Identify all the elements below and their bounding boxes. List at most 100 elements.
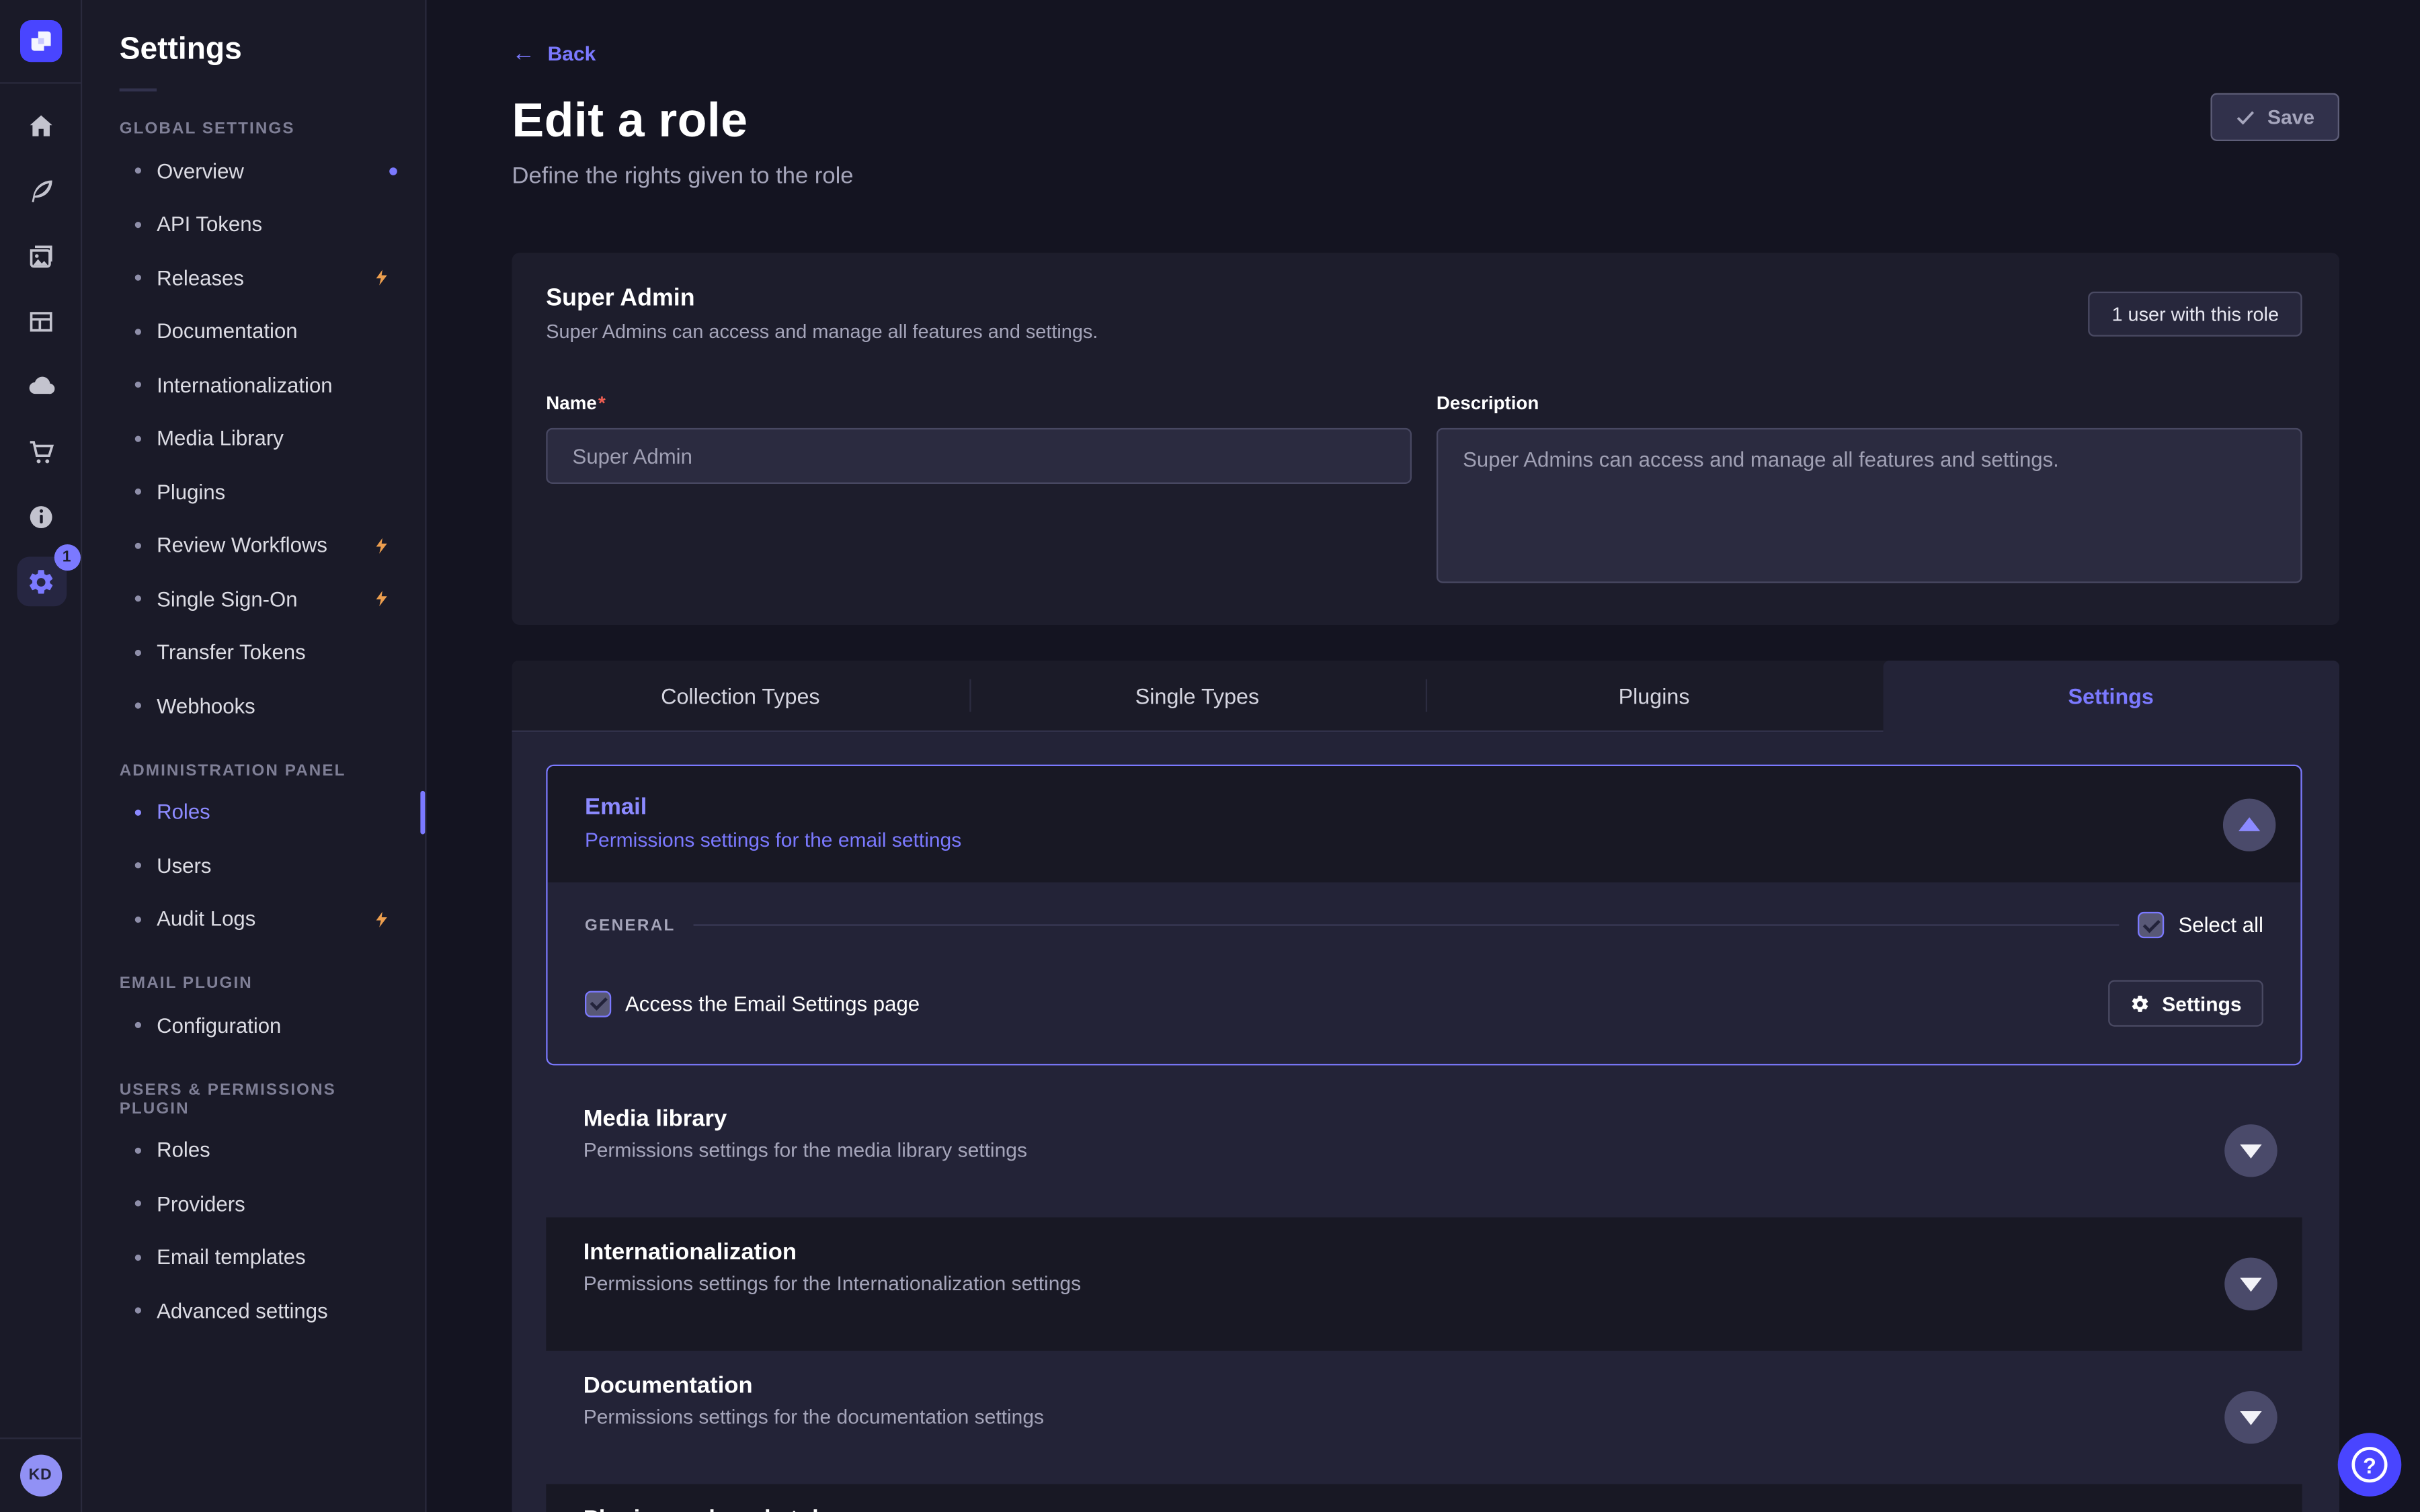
- bullet-icon: [135, 1147, 141, 1153]
- bullet-icon: [135, 703, 141, 709]
- rail-divider: [0, 82, 81, 83]
- expand-media-library-button[interactable]: [2224, 1124, 2277, 1177]
- bullet-icon: [135, 916, 141, 922]
- bullet-icon: [135, 809, 141, 815]
- sidebar-item-advanced-settings[interactable]: Advanced settings: [120, 1284, 401, 1338]
- email-permissions-accordion: Email Permissions settings for the email…: [546, 765, 2302, 1066]
- back-link[interactable]: ← Back: [512, 42, 596, 65]
- sidebar-item-email-templates[interactable]: Email templates: [120, 1230, 401, 1284]
- expand-documentation-button[interactable]: [2224, 1391, 2277, 1443]
- sidebar-item-configuration[interactable]: Configuration: [120, 999, 401, 1052]
- access-email-settings-label: Access the Email Settings page: [625, 992, 920, 1015]
- settings-sidebar: Settings GLOBAL SETTINGS Overview API To…: [82, 0, 426, 1512]
- email-settings-button[interactable]: Settings: [2107, 980, 2263, 1026]
- documentation-accordion-row[interactable]: Documentation Permissions settings for t…: [546, 1351, 2302, 1484]
- chevron-down-icon: [2240, 1411, 2261, 1425]
- back-arrow-icon: ←: [512, 42, 536, 65]
- bullet-icon: [135, 649, 141, 655]
- sidebar-item-users[interactable]: Users: [120, 839, 401, 892]
- section-label-global-settings: GLOBAL SETTINGS: [120, 120, 401, 138]
- cloud-icon[interactable]: [16, 362, 66, 411]
- sidebar-item-roles-admin[interactable]: Roles: [120, 786, 401, 839]
- sidebar-item-api-tokens[interactable]: API Tokens: [120, 198, 401, 251]
- sidebar-item-audit-logs[interactable]: Audit Logs: [120, 892, 401, 946]
- sidebar-item-plugins[interactable]: Plugins: [120, 465, 401, 519]
- bullet-icon: [135, 542, 141, 548]
- strapi-logo[interactable]: [20, 20, 62, 62]
- general-section-label: GENERAL: [585, 916, 676, 935]
- email-accordion-body: GENERAL Select all Access the Email Sett…: [548, 882, 2301, 1064]
- bullet-icon: [135, 168, 141, 174]
- section-divider: [694, 924, 2119, 925]
- chevron-down-icon: [2240, 1144, 2261, 1158]
- sidebar-item-overview[interactable]: Overview: [120, 144, 401, 198]
- lightning-icon: [372, 910, 391, 929]
- sidebar-item-roles-up[interactable]: Roles: [120, 1124, 401, 1177]
- info-icon[interactable]: [16, 492, 66, 542]
- sidebar-item-transfer-tokens[interactable]: Transfer Tokens: [120, 626, 401, 679]
- tab-settings[interactable]: Settings: [1882, 661, 2339, 732]
- media-library-icon[interactable]: [16, 231, 66, 281]
- tab-plugins[interactable]: Plugins: [1426, 661, 1883, 730]
- sidebar-item-releases[interactable]: Releases: [120, 251, 401, 305]
- back-label: Back: [548, 42, 596, 65]
- description-textarea[interactable]: Super Admins can access and manage all f…: [1437, 428, 2302, 583]
- bullet-icon: [135, 1201, 141, 1207]
- name-field-label: Name*: [546, 392, 606, 414]
- lightning-icon: [372, 589, 391, 608]
- page-subtitle: Define the rights given to the role: [512, 163, 2339, 189]
- collapse-email-button[interactable]: [2223, 798, 2275, 850]
- select-all-checkbox[interactable]: [2138, 912, 2165, 938]
- question-mark-icon: ?: [2351, 1447, 2387, 1482]
- access-email-settings-checkbox[interactable]: [585, 990, 611, 1016]
- bullet-icon: [135, 489, 141, 495]
- sidebar-item-review-workflows[interactable]: Review Workflows: [120, 519, 401, 573]
- content-type-builder-icon[interactable]: [16, 296, 66, 346]
- save-label: Save: [2267, 106, 2314, 129]
- email-accordion-header[interactable]: Email Permissions settings for the email…: [548, 766, 2301, 882]
- email-accordion-title: Email: [585, 794, 2273, 821]
- rail-footer: KD: [0, 1437, 81, 1512]
- user-avatar[interactable]: KD: [19, 1455, 61, 1497]
- help-button[interactable]: ?: [2338, 1433, 2402, 1497]
- settings-permissions-panel: Email Permissions settings for the email…: [512, 732, 2339, 1512]
- internationalization-accordion-row[interactable]: Internationalization Permissions setting…: [546, 1218, 2302, 1351]
- settings-button-label: Settings: [2162, 992, 2241, 1015]
- bullet-icon: [135, 863, 141, 869]
- sidebar-title: Settings: [120, 32, 401, 68]
- tab-collection-types[interactable]: Collection Types: [512, 661, 969, 730]
- lightning-icon: [372, 536, 391, 555]
- marketplace-icon[interactable]: [16, 427, 66, 476]
- bullet-icon: [135, 1308, 141, 1314]
- name-input[interactable]: [546, 428, 1412, 484]
- media-library-accordion-row[interactable]: Media library Permissions settings for t…: [546, 1084, 2302, 1217]
- bullet-icon: [135, 435, 141, 442]
- save-button[interactable]: Save: [2210, 93, 2339, 141]
- expand-internationalization-button[interactable]: [2224, 1258, 2277, 1310]
- sidebar-item-media-library[interactable]: Media Library: [120, 412, 401, 466]
- home-icon[interactable]: [16, 101, 66, 151]
- section-label-users-permissions-plugin: USERS & PERMISSIONS PLUGIN: [120, 1080, 401, 1117]
- settings-badge: 1: [54, 544, 80, 571]
- permissions-tabs: Collection Types Single Types Plugins Se…: [512, 661, 2339, 732]
- tab-single-types[interactable]: Single Types: [969, 661, 1426, 730]
- sidebar-item-internationalization[interactable]: Internationalization: [120, 358, 401, 412]
- sidebar-item-providers[interactable]: Providers: [120, 1177, 401, 1231]
- nav-rail: 1 KD: [0, 0, 82, 1512]
- sidebar-item-single-sign-on[interactable]: Single Sign-On: [120, 573, 401, 626]
- bullet-icon: [135, 221, 141, 227]
- app-window: 1 KD Settings GLOBAL SETTINGS Overview A…: [0, 0, 2420, 1512]
- bullet-icon: [135, 329, 141, 335]
- bullet-icon: [135, 1254, 141, 1260]
- sidebar-item-documentation[interactable]: Documentation: [120, 304, 401, 358]
- role-description-text: Super Admins can access and manage all f…: [546, 321, 2302, 343]
- plugins-marketplace-accordion-row[interactable]: Plugins and marketplace: [546, 1484, 2302, 1512]
- sidebar-item-webhooks[interactable]: Webhooks: [120, 679, 401, 733]
- bullet-icon: [135, 596, 141, 602]
- users-with-role-button[interactable]: 1 user with this role: [2089, 292, 2302, 337]
- content-manager-icon[interactable]: [16, 166, 66, 216]
- bullet-icon: [135, 382, 141, 388]
- settings-gear-icon[interactable]: 1: [16, 556, 66, 606]
- notification-dot-icon: [389, 167, 397, 175]
- description-field-label: Description: [1437, 392, 1539, 414]
